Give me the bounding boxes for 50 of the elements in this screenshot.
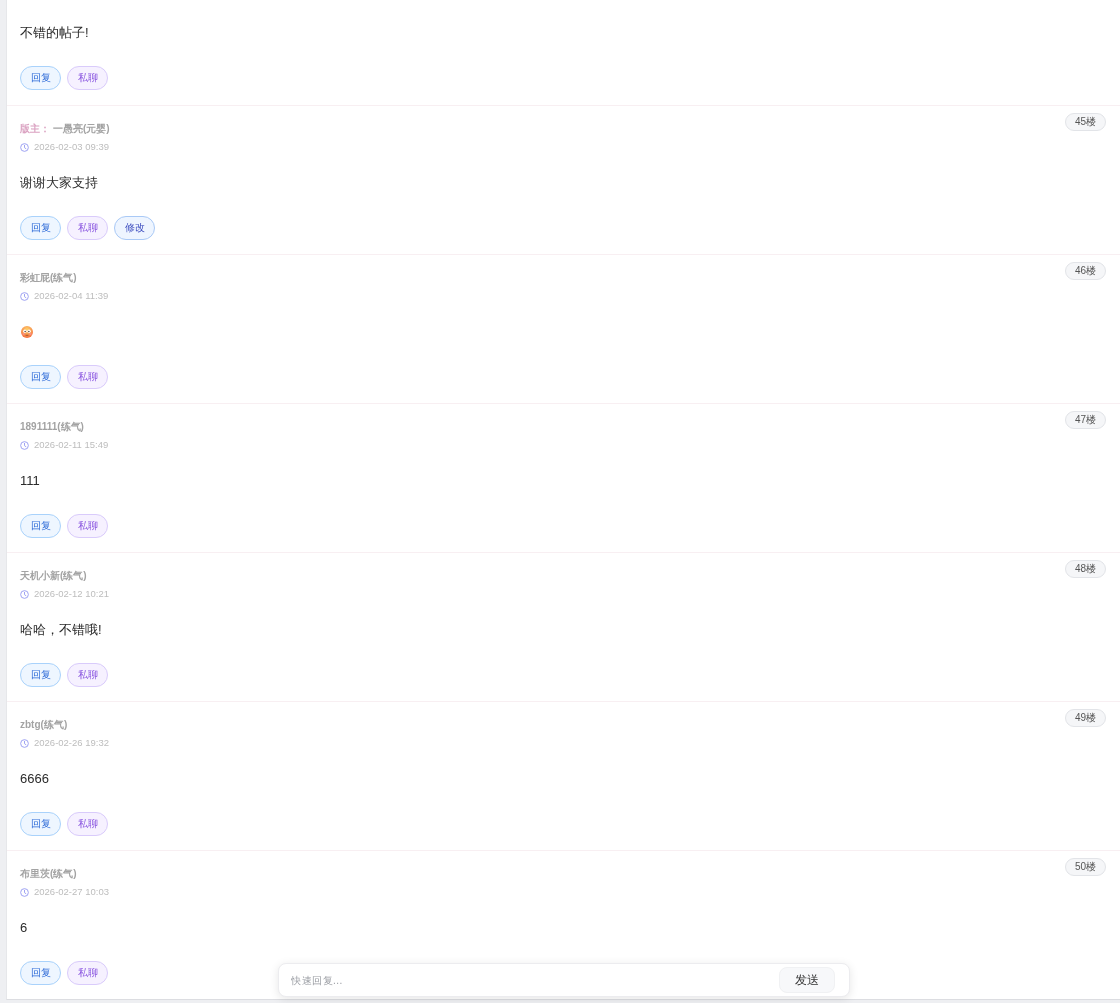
edit-button[interactable]: 修改 (114, 216, 155, 240)
post-time: 2026-02-27 10:03 (34, 885, 109, 899)
reply-button[interactable]: 回复 (20, 66, 61, 90)
floor-number: 48楼 (1064, 560, 1106, 578)
chat-button[interactable]: 私聊 (67, 365, 108, 389)
author-name: 布里茨(练气) (20, 868, 77, 879)
chat-button[interactable]: 私聊 (67, 66, 108, 90)
flushed-face-icon (21, 326, 33, 338)
floor-number: 46楼 (1064, 262, 1106, 280)
floor-number: 45楼 (1064, 113, 1106, 131)
author-name: zbtg(练气) (20, 719, 68, 730)
post-time: 2026-02-04 11:39 (34, 289, 109, 303)
clock-icon (20, 589, 29, 599)
post-content: 谢谢大家支持 (20, 175, 98, 190)
reply-button[interactable]: 回复 (20, 365, 61, 389)
post-time: 2026-02-11 15:49 (34, 438, 109, 452)
post-content: 6 (20, 920, 28, 935)
chat-button[interactable]: 私聊 (67, 514, 108, 538)
chat-button[interactable]: 私聊 (67, 663, 108, 687)
clock-icon (20, 738, 29, 748)
author-name: 1891111(练气) (20, 421, 84, 432)
post-time: 2026-02-03 09:39 (34, 140, 109, 154)
role-label: 版主： (20, 123, 50, 134)
quick-reply-input[interactable]: 快速回复... (291, 970, 779, 990)
clock-icon (20, 887, 29, 897)
chat-button[interactable]: 私聊 (67, 812, 108, 836)
post-content: 6666 (20, 771, 49, 786)
chat-button[interactable]: 私聊 (67, 216, 108, 240)
post-time: 2026-02-12 10:21 (34, 587, 109, 601)
author-name: 一愚亮(元婴) (53, 123, 110, 134)
reply-button[interactable]: 回复 (20, 514, 61, 538)
post-time: 2026-02-26 19:32 (34, 736, 109, 750)
floor-number: 47楼 (1064, 411, 1106, 429)
clock-icon (20, 142, 29, 152)
author-name: 彩虹屁(练气) (20, 272, 77, 283)
chat-button[interactable]: 私聊 (67, 961, 108, 985)
post-content: 不错的帖子! (20, 25, 89, 40)
reply-button[interactable]: 回复 (20, 812, 61, 836)
post-content: 哈哈，不错哦! (20, 622, 102, 637)
floor-number: 49楼 (1064, 709, 1106, 727)
clock-icon (20, 291, 29, 301)
reply-button[interactable]: 回复 (20, 961, 61, 985)
send-button[interactable]: 发送 (779, 967, 835, 993)
reply-button[interactable]: 回复 (20, 216, 61, 240)
reply-button[interactable]: 回复 (20, 663, 61, 687)
clock-icon (20, 440, 29, 450)
floor-number: 50楼 (1064, 858, 1106, 876)
post-content: 111 (20, 473, 40, 488)
author-name: 天机小新(练气) (20, 570, 87, 581)
quick-reply-bar[interactable]: 快速回复... 发送 (278, 963, 850, 997)
